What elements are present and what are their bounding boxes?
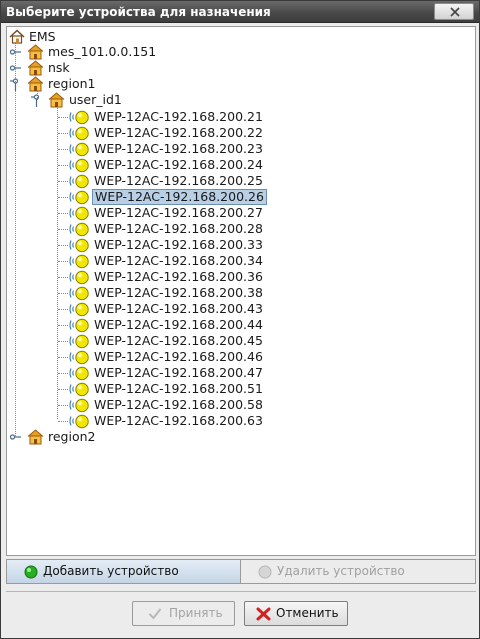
device-label: WEP-12AC-192.168.200.27 [94, 205, 263, 220]
tree-connector [58, 133, 68, 134]
wireless-access-point-icon [69, 398, 89, 413]
add-device-label: Добавить устройство [43, 564, 179, 578]
device-label: WEP-12AC-192.168.200.44 [94, 317, 263, 332]
tree-connector [58, 165, 68, 166]
device-tree[interactable]: EMS mes_101.0.0.151 nsk region1 user_id1… [6, 26, 476, 556]
tree-connector [58, 325, 68, 326]
tree-connector [58, 277, 68, 278]
tree-connector [58, 213, 68, 214]
tree-guide-line [57, 105, 58, 419]
title-bar[interactable]: Выберите устройства для назначения [1, 1, 479, 23]
wireless-access-point-icon [69, 174, 89, 189]
close-button[interactable] [434, 3, 474, 20]
device-label: WEP-12AC-192.168.200.63 [94, 413, 263, 428]
cancel-label: Отменить [276, 606, 339, 620]
device-label: WEP-12AC-192.168.200.25 [94, 173, 263, 188]
house-folder-icon [48, 92, 65, 108]
tree-connector [58, 405, 68, 406]
wireless-access-point-icon [69, 222, 89, 237]
wireless-access-point-icon [69, 254, 89, 269]
device-action-bar: Добавить устройство Удалить устройство [6, 559, 476, 584]
dialog-window: Выберите устройства для назначения EMS m… [0, 0, 480, 639]
collapsed-handle-icon [10, 49, 21, 55]
wireless-access-point-icon [69, 126, 89, 141]
device-label: WEP-12AC-192.168.200.43 [94, 301, 263, 316]
tree-guide-line [15, 41, 16, 436]
tree-connector [58, 197, 68, 198]
cancel-button[interactable]: Отменить [244, 601, 348, 626]
house-folder-icon [27, 76, 44, 92]
home-icon [9, 29, 25, 44]
expanded-handle-icon [31, 94, 40, 107]
tree-connector [58, 293, 68, 294]
tree-connector [58, 117, 68, 118]
remove-device-label: Удалить устройство [277, 564, 405, 578]
check-icon [148, 608, 162, 620]
device-label: WEP-12AC-192.168.200.33 [94, 237, 263, 252]
tree-connector [58, 245, 68, 246]
tree-connector [58, 181, 68, 182]
wireless-access-point-icon [69, 334, 89, 349]
device-label: WEP-12AC-192.168.200.28 [94, 221, 263, 236]
wireless-access-point-icon [69, 158, 89, 173]
wireless-access-point-icon [69, 366, 89, 381]
tree-root-label: EMS [29, 29, 56, 44]
tree-connector [58, 421, 68, 422]
device-label: WEP-12AC-192.168.200.23 [94, 141, 263, 156]
wireless-access-point-icon [69, 110, 89, 125]
close-icon [450, 7, 460, 17]
tree-connector [58, 261, 68, 262]
red-x-icon [256, 607, 271, 621]
tree-node-label: nsk [48, 60, 70, 75]
device-label: WEP-12AC-192.168.200.21 [94, 109, 263, 124]
accept-label: Принять [169, 606, 223, 620]
wireless-access-point-icon [69, 286, 89, 301]
tree-connector [58, 149, 68, 150]
wireless-access-point-icon [69, 382, 89, 397]
window-title: Выберите устройства для назначения [6, 5, 271, 19]
separator [6, 591, 476, 592]
tree-connector [58, 229, 68, 230]
device-label: WEP-12AC-192.168.200.46 [94, 349, 263, 364]
wireless-access-point-icon [69, 318, 89, 333]
tree-connector [58, 341, 68, 342]
green-dot-icon [24, 565, 38, 579]
tree-node-label: region2 [48, 429, 96, 444]
remove-device-button[interactable]: Удалить устройство [241, 559, 476, 584]
house-folder-icon [27, 44, 44, 60]
house-folder-icon [27, 429, 44, 445]
device-label: WEP-12AC-192.168.200.45 [94, 333, 263, 348]
expanded-handle-icon [10, 78, 19, 91]
tree-node-label: region1 [48, 76, 96, 91]
wireless-access-point-icon [69, 142, 89, 157]
tree-connector [58, 389, 68, 390]
device-label: WEP-12AC-192.168.200.24 [94, 157, 263, 172]
tree-node-label: user_id1 [69, 92, 122, 107]
device-label: WEP-12AC-192.168.200.51 [94, 381, 263, 396]
device-label: WEP-12AC-192.168.200.36 [94, 269, 263, 284]
wireless-access-point-icon [69, 270, 89, 285]
wireless-access-point-icon [69, 302, 89, 317]
accept-button[interactable]: Принять [132, 601, 235, 626]
tree-connector [58, 357, 68, 358]
tree-connector [58, 373, 68, 374]
device-label: WEP-12AC-192.168.200.58 [94, 397, 263, 412]
device-label: WEP-12AC-192.168.200.38 [94, 285, 263, 300]
gray-dot-icon [258, 565, 272, 579]
tree-node-label: mes_101.0.0.151 [48, 44, 157, 59]
device-label: WEP-12AC-192.168.200.22 [94, 125, 263, 140]
wireless-access-point-icon [69, 238, 89, 253]
device-label: WEP-12AC-192.168.200.34 [94, 253, 263, 268]
wireless-access-point-icon [69, 350, 89, 365]
device-label: WEP-12AC-192.168.200.26 [92, 189, 267, 205]
collapsed-handle-icon [10, 65, 21, 71]
tree-connector [58, 309, 68, 310]
wireless-access-point-icon [69, 414, 89, 429]
add-device-button[interactable]: Добавить устройство [6, 559, 241, 584]
device-label: WEP-12AC-192.168.200.47 [94, 365, 263, 380]
collapsed-handle-icon [10, 434, 21, 440]
house-folder-icon [27, 60, 44, 76]
wireless-access-point-icon [69, 206, 89, 221]
wireless-access-point-icon [69, 190, 89, 205]
